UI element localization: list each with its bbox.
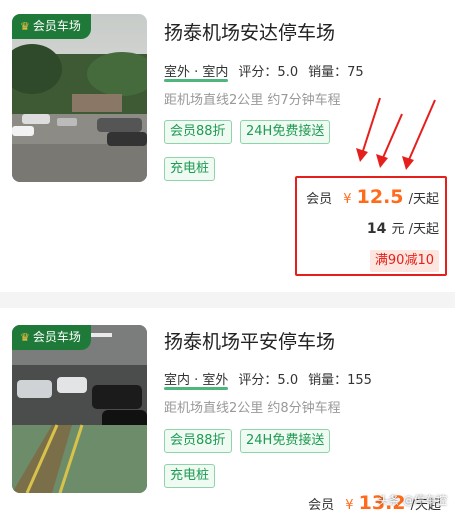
price-highlight-box[interactable]: 会员 ¥ 12.5 /天起 14 元 /天起 满90减10 xyxy=(295,176,447,276)
crown-icon: ♛ xyxy=(20,20,30,33)
member-lot-badge: ♛ 会员车场 xyxy=(12,14,91,39)
tag-free-shuttle: 24H免费接送 xyxy=(240,120,331,144)
red-arrows-annotation xyxy=(356,97,436,170)
distance-info: 距机场直线2公里 约8分钟车程 xyxy=(164,401,341,416)
location-type: 室内 · 室外 xyxy=(164,369,229,390)
parking-listing-card[interactable]: ♛ 会员车场 扬泰机场安达停车场 室外 · 室内 评分：5.0 销量：75 距机… xyxy=(0,0,455,292)
sales-label: 销量： xyxy=(308,373,348,388)
sales-value: 75 xyxy=(347,65,364,80)
parking-lot-photo[interactable]: ♛ 会员车场 xyxy=(12,14,147,182)
price-unit: /天起 xyxy=(408,192,439,207)
tag-member-discount: 会员88折 xyxy=(164,429,232,453)
sales: 销量：75 xyxy=(308,61,364,80)
card-separator xyxy=(0,292,455,308)
parking-lot-title[interactable]: 扬泰机场平安停车场 xyxy=(164,327,335,354)
distance-info: 距机场直线2公里 约7分钟车程 xyxy=(164,93,341,108)
member-lot-badge: ♛ 会员车场 xyxy=(12,325,91,350)
indoor-parking-image xyxy=(12,325,147,493)
rating-label: 评分： xyxy=(238,65,278,80)
location-type: 室外 · 室内 xyxy=(164,61,229,82)
parking-lot-title[interactable]: 扬泰机场安达停车场 xyxy=(164,18,335,45)
sales-value: 155 xyxy=(347,373,372,388)
tag-charging-station: 充电桩 xyxy=(164,157,216,181)
member-lot-badge-label: 会员车场 xyxy=(32,330,81,344)
sales-label: 销量： xyxy=(308,65,348,80)
crown-icon: ♛ xyxy=(20,331,30,344)
member-price-line: 会员 ¥ 12.5 /天起 xyxy=(306,186,439,208)
parking-lot-meta: 室外 · 室内 评分：5.0 销量：75 xyxy=(164,61,364,82)
normal-price-unit: 元 /天起 xyxy=(391,222,439,237)
rating-value: 5.0 xyxy=(277,65,299,80)
tag-member-discount: 会员88折 xyxy=(164,120,232,144)
member-price-label: 会员 xyxy=(306,192,333,207)
tag-charging-station: 充电桩 xyxy=(164,464,216,488)
parking-lot-photo[interactable]: ♛ 会员车场 xyxy=(12,325,147,493)
rating: 评分：5.0 xyxy=(238,61,298,80)
currency-symbol: ¥ xyxy=(343,192,352,207)
normal-price-value: 14 xyxy=(366,221,387,237)
member-price-value: 12.5 xyxy=(356,186,404,208)
outdoor-parking-image xyxy=(12,14,147,182)
promo-badge: 满90减10 xyxy=(369,250,439,272)
currency-symbol: ¥ xyxy=(345,498,354,513)
sales: 销量：155 xyxy=(308,369,372,388)
normal-price-line: 14 元 /天起 xyxy=(367,218,439,237)
rating-value: 5.0 xyxy=(277,373,299,388)
rating-label: 评分： xyxy=(238,373,278,388)
member-lot-badge-label: 会员车场 xyxy=(32,19,81,33)
member-price-label: 会员 xyxy=(308,498,335,513)
watermark: 头条 @停车控 xyxy=(377,494,448,507)
rating: 评分：5.0 xyxy=(238,369,298,388)
tag-free-shuttle: 24H免费接送 xyxy=(240,429,331,453)
parking-lot-meta: 室内 · 室外 评分：5.0 销量：155 xyxy=(164,369,372,390)
